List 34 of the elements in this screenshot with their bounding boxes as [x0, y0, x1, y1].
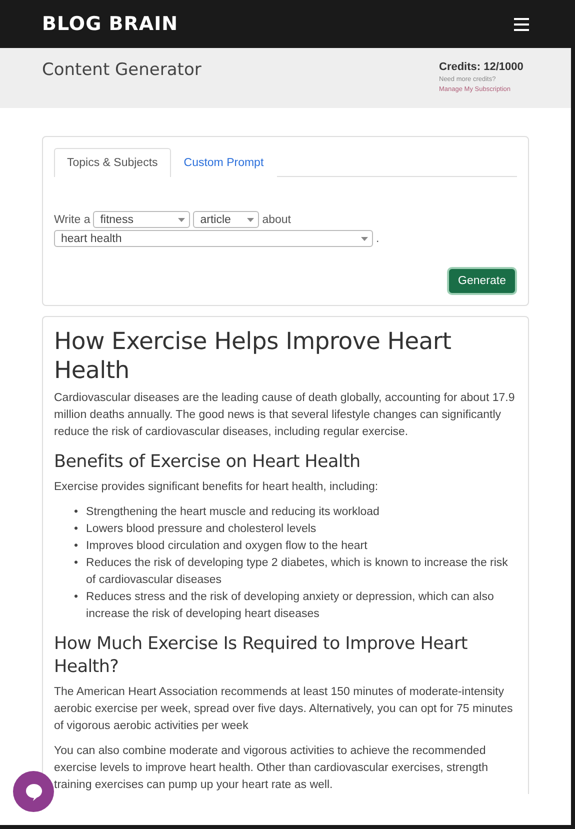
bullet: •: [74, 556, 78, 571]
article-title: How Exercise Helps Improve Heart Health: [54, 327, 452, 385]
bullet: •: [74, 505, 78, 520]
caret-icon: [178, 218, 186, 222]
prompt-text: about: [262, 214, 291, 226]
niche-select[interactable]: fitness: [93, 211, 190, 228]
list-item: Lowers blood pressure and cholesterol levels: [86, 522, 316, 537]
paragraph: You can also combine moderate and vigorous activities to achieve the recommended exercise levels to improve heart health. Other than cardiovascular exercises, strength training exercises can pump up your heart rate as well.: [54, 744, 490, 793]
tab[interactable]: Topics & Subjects: [54, 148, 171, 177]
brand-logo[interactable]: BLOG BRAIN: [42, 13, 178, 35]
bullet: •: [74, 590, 78, 605]
bullet: •: [74, 539, 78, 554]
paragraph: The American Heart Association recommends at least 150 minutes of moderate-intensity aerobic exercise per week, spread over five days. Alternatively, you can opt for 75 minutes of vigorous aerobic activities per week: [54, 685, 514, 734]
list-item: Reduces stress and the risk of developing anxiety or depression, which can also increase the risk of developing heart diseases: [86, 590, 495, 622]
menu-icon[interactable]: [514, 18, 529, 30]
prompt-text: Write a: [54, 214, 90, 226]
list-item: Strengthening the heart muscle and reducing its workload: [86, 505, 380, 520]
chat-button[interactable]: [13, 771, 54, 812]
paragraph: Exercise provides significant benefits for heart health, including:: [54, 480, 380, 495]
topic-select[interactable]: heart health: [54, 230, 373, 247]
section-heading: Benefits of Exercise on Heart Health: [54, 451, 362, 474]
page-title: Content Generator: [42, 60, 202, 82]
type-select[interactable]: article: [193, 211, 260, 228]
section-heading: How Much Exercise Is Required to Improve Heart Health?: [54, 633, 468, 679]
chat-icon: [24, 782, 44, 802]
list-item: Improves blood circulation and oxygen flow to the heart: [86, 539, 368, 554]
paragraph: Cardiovascular diseases are the leading cause of death globally, accounting for about 17.9 million deaths annually. The good news is that several lifestyle changes can significantly reduce the risk of cardiovascular diseases, including regular exercise.: [54, 391, 516, 440]
prompt-text: .: [376, 232, 380, 244]
list-item: Reduces the risk of developing type 2 diabetes, which is known to increase the risk of cardiovascular diseases: [86, 556, 509, 588]
generate-button[interactable]: Generate: [447, 267, 517, 295]
caret-icon: [361, 236, 368, 240]
bullet: •: [74, 522, 78, 537]
credits-count: Credits: 12/1000: [439, 61, 524, 73]
caret-icon: [247, 218, 254, 222]
